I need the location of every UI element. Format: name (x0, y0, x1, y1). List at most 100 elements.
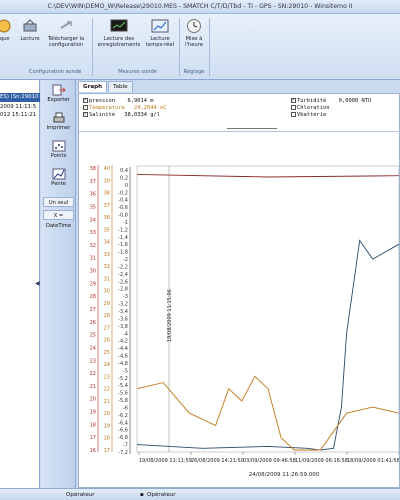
chart-y-tick-label: -2,2 (118, 264, 128, 270)
chart-y-tick-label: 26 (104, 338, 110, 344)
chart-y-tick-label: 26 (90, 320, 96, 326)
chart-x-axis-title: 24/08/2009 11:26:59.000 (249, 472, 320, 478)
splitter-handle[interactable] (227, 128, 277, 131)
legend-item-battery[interactable]: Vbatterie (291, 112, 326, 118)
chart-y-tick-label: 0,2 (120, 175, 128, 181)
slope-button[interactable]: Pente (43, 168, 74, 187)
legend-value: 6,9014 (127, 98, 147, 104)
export-button[interactable]: Exporter (43, 84, 74, 103)
chart-y-tick-label: 29 (90, 281, 96, 287)
chart-y-tick-label: -3 (123, 294, 128, 300)
chart-y-tick-label: -5,8 (118, 398, 128, 404)
slope-chart-icon (52, 168, 65, 180)
chart-y-tick-label: -2,8 (118, 287, 128, 293)
chart-y-tick-label: 27 (90, 307, 96, 313)
legend-checkbox[interactable] (291, 112, 296, 117)
app-button-label: ique (0, 36, 10, 42)
graph-panel: pression 6,9014 m Température 24,2044 oC S… (78, 93, 400, 488)
group-separator (92, 18, 93, 76)
legend-checkbox[interactable] (291, 105, 296, 110)
chart-y-tick-label: 34 (90, 217, 96, 223)
chart-y-tick-label: 24 (104, 362, 110, 368)
print-button[interactable]: Imprimer (43, 112, 74, 131)
chart-y-tick-label: -4,8 (118, 361, 128, 367)
chart-y-tick-label: -5 (123, 368, 128, 374)
chart-y-tick-label: 35 (104, 227, 110, 233)
download-config-button[interactable]: Télécharger la configuration (46, 18, 86, 48)
chart-y-tick-label: 24 (90, 345, 96, 351)
status-operator-left: Opérateur (66, 492, 95, 498)
tab-graph[interactable]: Graph (78, 81, 108, 92)
download-config-label: Télécharger la configuration (47, 36, 85, 48)
app-button[interactable]: ique (0, 18, 14, 42)
legend-checkbox[interactable] (291, 97, 296, 103)
chart-y-tick-label: -0,8 (118, 213, 128, 219)
status-bar: Opérateur ▪ Opérateur (0, 488, 400, 500)
read-button[interactable]: Lecture (18, 18, 42, 42)
chart-y-tick-label: -3,8 (118, 324, 128, 330)
chart-y-tick-label: 34 (104, 240, 110, 246)
ribbon: ique Lecture Télécharger la configuratio… (0, 14, 400, 80)
legend-checkbox[interactable] (83, 97, 88, 103)
chart-canvas[interactable]: 38 37 36 35 34 33 32 31 30 29 28 27 26 25 24 23 22 21 20 19… (79, 132, 399, 487)
legend-item-temperature[interactable]: Température 24,2044 oC (83, 104, 166, 111)
chart-y-tick-label: 33 (90, 230, 96, 236)
collapse-arrow-icon[interactable]: ◀ (35, 280, 40, 287)
legend-unit: NTU (361, 98, 372, 104)
chart-x-tick-label: 19/08/2009 11:11:59 (139, 458, 192, 464)
group-label-settings: Réglage (183, 69, 205, 75)
realtime-button[interactable]: Lecture temps-réel (143, 18, 177, 48)
points-label: Points (50, 153, 67, 159)
printer-icon (53, 112, 64, 123)
points-button[interactable]: Points (43, 140, 74, 159)
chart-y-tick-label: -1,8 (118, 250, 128, 256)
chart-plot-frame (136, 165, 399, 453)
chart-series-line (136, 239, 399, 451)
legend-name: Salinité (89, 112, 115, 118)
legend-name: Vbatterie (297, 112, 327, 118)
chart-y-tick-label: -6,2 (118, 413, 128, 419)
slope-label: Pente (51, 181, 66, 187)
tab-table[interactable]: Table (108, 81, 133, 92)
chart-y-tick-label: -0,4 (118, 198, 128, 204)
read-icon (23, 19, 37, 32)
legend-value: 24,2044 (133, 105, 157, 111)
legend-unit: m (150, 98, 154, 104)
monitor-icon (110, 19, 128, 32)
set-time-button[interactable]: Mise à l'heure (181, 18, 207, 48)
status-operator-right: Opérateur (147, 492, 176, 498)
read-button-label: Lecture (20, 36, 40, 42)
chart-y-tick-label: 33 (104, 252, 110, 258)
print-label: Imprimer (46, 125, 71, 131)
chart-y-tick-label: 22 (90, 371, 96, 377)
x-datetime-button[interactable]: X = DateTime (43, 210, 74, 229)
chart-y-tick-label: 20 (90, 397, 96, 403)
device-list-item[interactable]: 2009 11:11:5 (0, 104, 40, 110)
group-label-config: Configuration sonde (28, 69, 82, 75)
app-icon (0, 19, 11, 33)
tool-column: Exporter Imprimer Points Pente Un seul a… (41, 80, 76, 488)
legend-value: 0,0000 (338, 98, 359, 104)
chart-y-tick-label: -2,4 (118, 272, 128, 278)
device-list-item[interactable]: 012 15:11:21 (0, 112, 40, 118)
single-axis-button[interactable]: Un seul axe (43, 197, 74, 216)
chart-y-tick-label: 19 (104, 423, 110, 429)
view-tabs: Graph Table (78, 81, 134, 93)
download-icon (60, 21, 72, 29)
legend-item-turbidity[interactable]: Turbidité 0,0000 NTU (291, 97, 372, 104)
device-list-selected[interactable]: ES) (Sn:29010 (0, 93, 40, 102)
read-records-button[interactable]: Lecture des enregistrements (97, 18, 141, 48)
device-list-panel: ES) (Sn:29010 2009 11:11:5 012 15:11:21 … (0, 80, 40, 488)
chart-y-tick-label: -1,4 (118, 235, 128, 241)
chart-y-tick-label: -6 (123, 405, 128, 411)
legend-item-pressure[interactable]: pression 6,9014 m (83, 97, 154, 104)
legend-checkbox[interactable] (83, 104, 88, 110)
chart-y-tick-label: 31 (104, 276, 110, 282)
legend-checkbox[interactable] (83, 111, 88, 117)
chart-x-tick-label: 03/09/2009 09:46:58 (243, 458, 296, 464)
chart-y-tick-label: 35 (90, 204, 96, 210)
legend-item-chloration[interactable]: Chloration (291, 105, 329, 111)
chart-y-tick-label: -4 (123, 331, 128, 337)
chart-y-tick-label: 20 (104, 411, 110, 417)
legend-item-salinity[interactable]: Salinité 38,0334 g/l (83, 111, 160, 118)
